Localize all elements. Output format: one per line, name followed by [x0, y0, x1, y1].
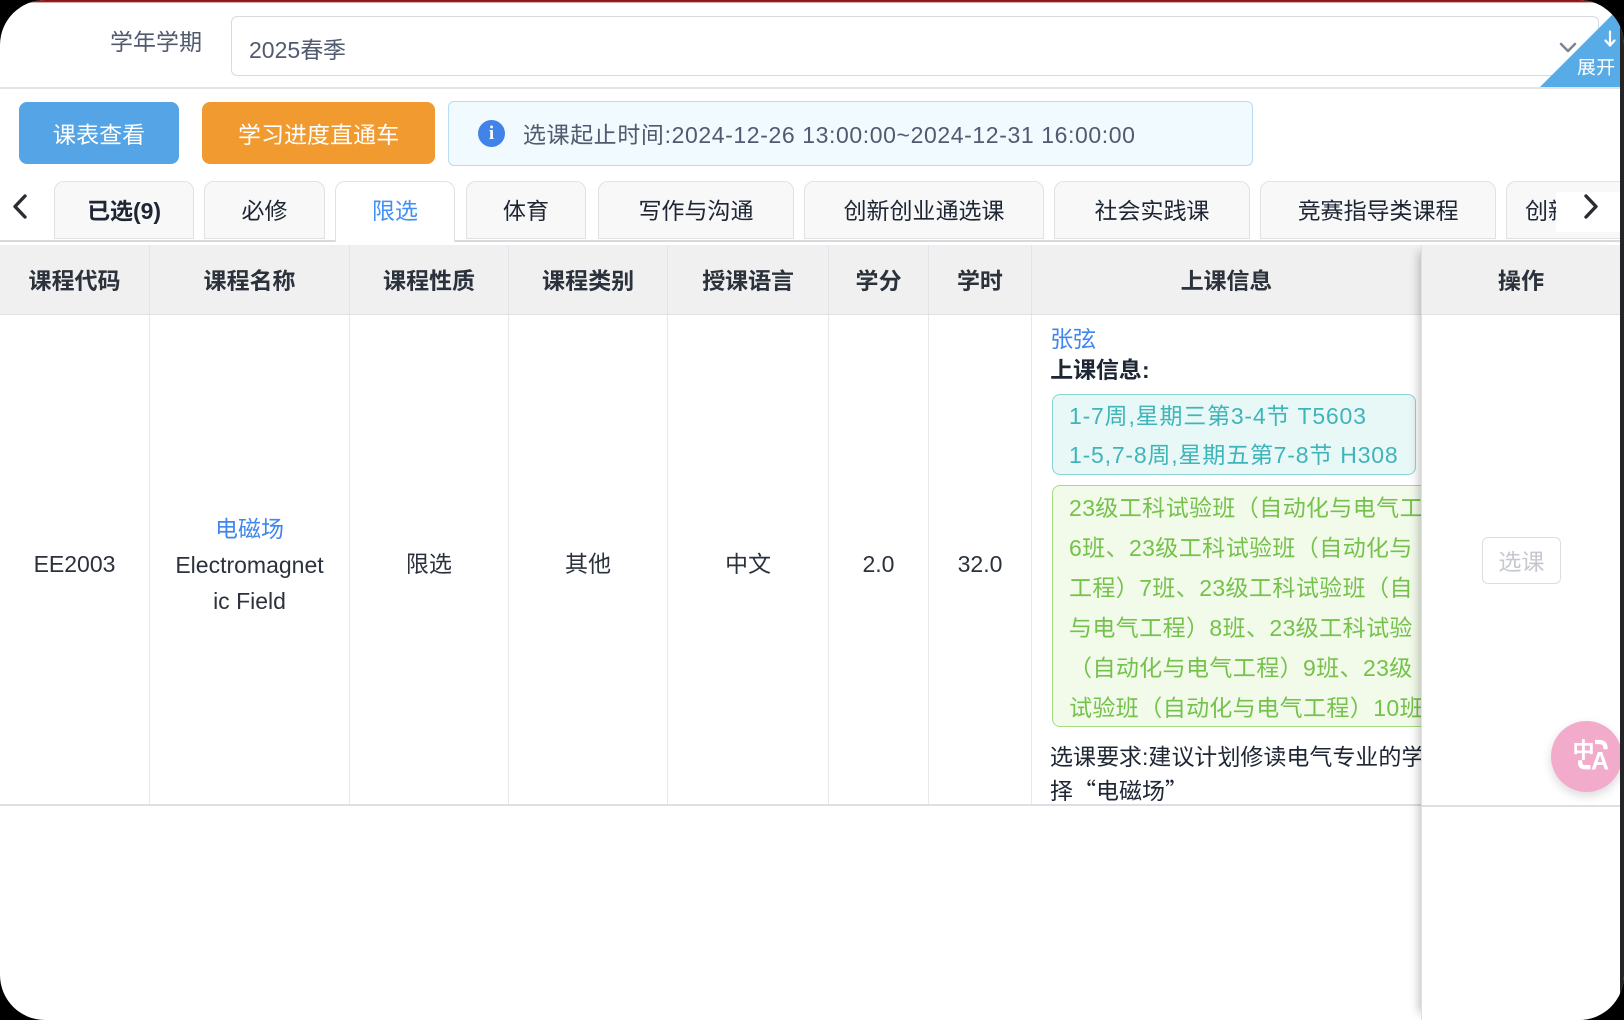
svg-text:A: A [1591, 747, 1609, 775]
